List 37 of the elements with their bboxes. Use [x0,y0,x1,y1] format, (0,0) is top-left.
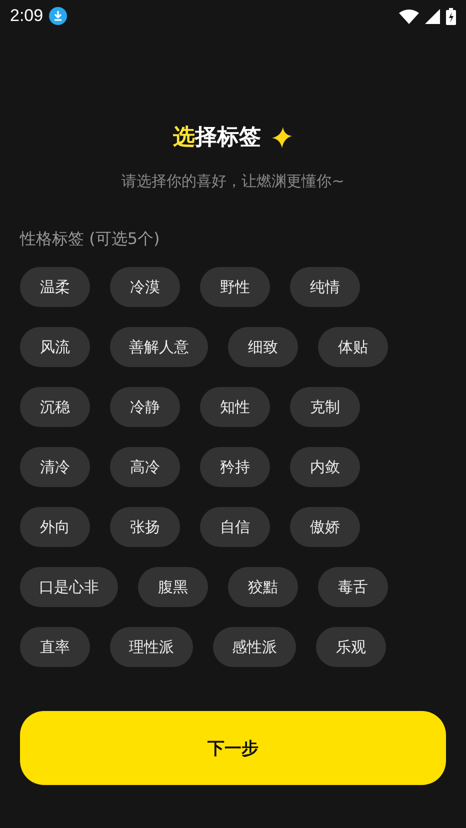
tag-chip[interactable]: 知性 [200,387,270,427]
tag-chip[interactable]: 傲娇 [290,507,360,547]
tag-chip[interactable]: 沉稳 [20,387,90,427]
tag-chip[interactable]: 高冷 [110,447,180,487]
tag-chip[interactable]: 狡黠 [228,567,298,607]
tag-chip[interactable]: 自信 [200,507,270,547]
tag-chip[interactable]: 直率 [20,627,90,667]
battery-charging-icon [446,8,456,24]
tag-chip[interactable]: 清冷 [20,447,90,487]
tag-chip[interactable]: 细致 [228,327,298,367]
page-title: 选择标签 [173,124,261,152]
tag-chip[interactable]: 感性派 [213,627,296,667]
tag-chip[interactable]: 纯情 [290,267,360,307]
tag-chip[interactable]: 冷漠 [110,267,180,307]
tag-chip[interactable]: 野性 [200,267,270,307]
next-button[interactable]: 下一步 [20,711,446,785]
wifi-icon [399,8,419,24]
tag-chip[interactable]: 内敛 [290,447,360,487]
subtitle: 请选择你的喜好，让燃渊更懂你~ [122,171,344,192]
tag-chip[interactable]: 张扬 [110,507,180,547]
tag-chip[interactable]: 风流 [20,327,90,367]
tag-chip[interactable]: 克制 [290,387,360,427]
tag-chip[interactable]: 腹黑 [138,567,208,607]
tag-chip[interactable]: 矜持 [200,447,270,487]
section-label: 性格标签 (可选5个) [20,228,161,250]
tag-chip[interactable]: 外向 [20,507,90,547]
tag-chip[interactable]: 口是心非 [20,567,118,607]
tag-chip[interactable]: 毒舌 [318,567,388,607]
tag-chip[interactable]: 冷静 [110,387,180,427]
signal-icon [425,8,440,24]
tag-chip[interactable]: 体贴 [318,327,388,367]
tag-chip[interactable]: 乐观 [316,627,386,667]
tag-chip[interactable]: 善解人意 [110,327,208,367]
tag-chip[interactable]: 理性派 [110,627,193,667]
download-icon [49,7,68,25]
tag-chip[interactable]: 温柔 [20,267,90,307]
status-time: 2:09 [10,6,44,26]
